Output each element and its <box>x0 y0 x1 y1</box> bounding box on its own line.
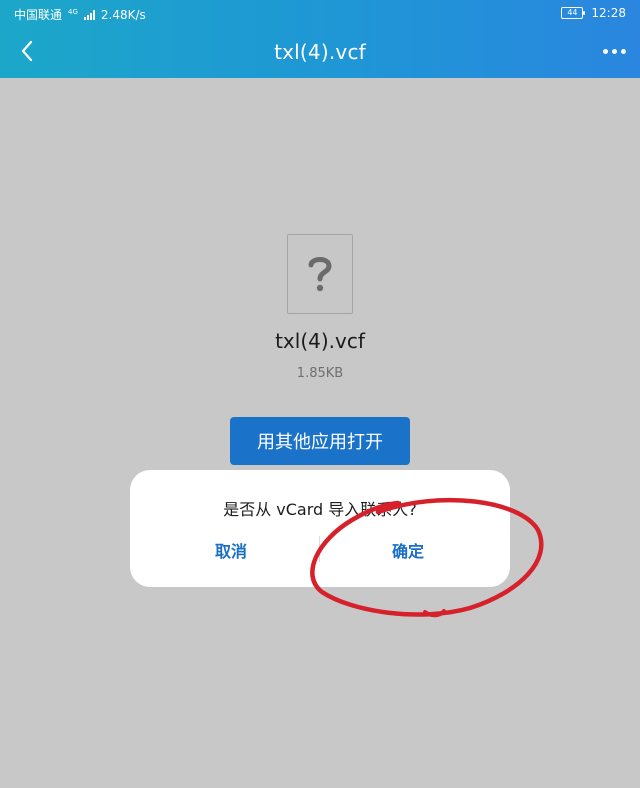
more-options-button[interactable] <box>598 39 630 63</box>
unknown-file-icon <box>287 234 353 314</box>
import-vcard-dialog: 是否从 vCard 导入联系人? 取消 确定 <box>130 470 510 587</box>
question-mark-icon <box>308 257 332 292</box>
app-header: 中国联通 4G 2.48K/s 44 12:28 txl(4).vcf <box>0 0 640 78</box>
file-name: txl(4).vcf <box>275 329 365 353</box>
battery-level: 44 <box>567 8 578 17</box>
open-with-other-app-button[interactable]: 用其他应用打开 <box>230 417 410 465</box>
status-right: 44 12:28 <box>561 6 626 20</box>
carrier-label: 中国联通 <box>14 8 63 22</box>
red-circle-annotation <box>310 497 544 618</box>
clock: 12:28 <box>591 6 626 20</box>
battery-icon: 44 <box>561 7 586 19</box>
network-type: 4G <box>68 7 78 16</box>
cancel-button[interactable]: 取消 <box>156 534 306 566</box>
dialog-divider <box>319 536 320 562</box>
status-bar: 中国联通 4G 2.48K/s 44 12:28 <box>0 0 640 26</box>
status-left: 中国联通 4G 2.48K/s <box>14 6 146 23</box>
title-bar: txl(4).vcf <box>0 26 640 78</box>
network-speed: 2.48K/s <box>100 7 146 22</box>
more-dots-icon <box>602 48 608 54</box>
signal-icon <box>83 9 95 20</box>
file-size: 1.85KB <box>296 366 344 381</box>
dialog-message: 是否从 vCard 导入联系人? <box>223 500 417 519</box>
confirm-button[interactable]: 确定 <box>333 534 483 566</box>
page-title: txl(4).vcf <box>274 40 366 64</box>
